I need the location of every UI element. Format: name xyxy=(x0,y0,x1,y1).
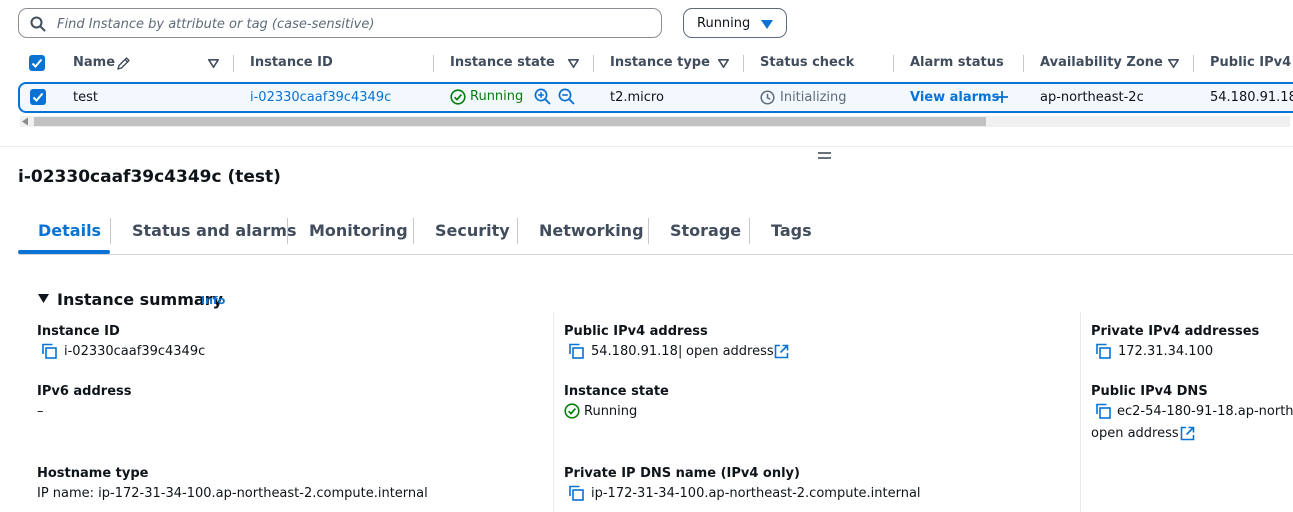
public-dns-value: ec2-54-180-91-18.ap-north xyxy=(1117,404,1293,419)
search-icon xyxy=(30,16,46,32)
instance-state-filter-value: Running xyxy=(697,16,751,31)
resize-handle-icon[interactable] xyxy=(818,151,831,160)
cell-public-ipv4: 54.180.91.18 xyxy=(1210,90,1293,105)
tab-separator xyxy=(110,218,111,244)
header-status-check[interactable]: Status check xyxy=(760,55,854,70)
ipv6-label: IPv6 address xyxy=(37,384,132,399)
column-separator[interactable] xyxy=(1193,55,1194,72)
check-circle-icon xyxy=(450,89,466,105)
cell-state: Running xyxy=(470,89,524,104)
tab-status-and-alarms[interactable]: Status and alarms xyxy=(132,221,296,240)
tab-separator xyxy=(287,218,288,244)
zoom-in-icon[interactable] xyxy=(534,88,551,105)
private-dns-label: Private IP DNS name (IPv4 only) xyxy=(564,466,800,481)
sort-az-icon[interactable] xyxy=(1168,59,1179,68)
public-ipv4-value: 54.180.91.18 xyxy=(591,344,678,359)
instance-state-label: Instance state xyxy=(564,384,669,399)
info-link[interactable]: Info xyxy=(201,294,225,307)
check-circle-icon xyxy=(564,403,580,419)
zoom-out-icon[interactable] xyxy=(558,88,575,105)
split-divider xyxy=(0,146,1293,147)
search-box[interactable] xyxy=(18,8,662,38)
sort-state-icon[interactable] xyxy=(568,59,579,68)
column-divider xyxy=(1080,312,1081,512)
private-dns-value: ip-172-31-34-100.ap-northeast-2.compute.… xyxy=(591,486,921,501)
cell-availability-zone: ap-northeast-2c xyxy=(1040,90,1144,105)
header-instance-id[interactable]: Instance ID xyxy=(250,55,333,70)
tab-storage[interactable]: Storage xyxy=(670,221,741,240)
tab-security[interactable]: Security xyxy=(435,221,510,240)
instance-id-value: i-02330caaf39c4349c xyxy=(64,344,206,359)
column-separator[interactable] xyxy=(433,55,434,72)
view-alarms-link[interactable]: View alarms xyxy=(910,90,999,105)
tab-details[interactable]: Details xyxy=(38,221,101,240)
edit-pencil-icon[interactable] xyxy=(116,56,131,71)
scroll-left-icon[interactable] xyxy=(21,117,29,126)
instance-detail-title: i-02330caaf39c4349c (test) xyxy=(18,167,281,187)
instance-state-value: Running xyxy=(584,404,638,419)
external-link-icon[interactable] xyxy=(1180,426,1195,441)
value-separator: | xyxy=(678,344,683,359)
row-checkbox[interactable] xyxy=(30,89,46,105)
header-name[interactable]: Name xyxy=(73,55,115,70)
copy-icon[interactable] xyxy=(1095,403,1111,419)
copy-icon[interactable] xyxy=(568,343,584,359)
ipv6-value: – xyxy=(37,404,44,419)
column-separator[interactable] xyxy=(233,55,234,72)
instance-id-label: Instance ID xyxy=(37,324,120,339)
header-instance-state[interactable]: Instance state xyxy=(450,55,555,70)
copy-icon[interactable] xyxy=(568,485,584,501)
tab-monitoring[interactable]: Monitoring xyxy=(309,221,408,240)
hostname-type-label: Hostname type xyxy=(37,466,149,481)
tab-separator xyxy=(413,218,414,244)
public-dns-open-address-link[interactable]: open address xyxy=(1091,426,1179,441)
scrollbar-thumb[interactable] xyxy=(34,117,986,126)
sort-name-icon[interactable] xyxy=(208,59,219,68)
cell-instance-type: t2.micro xyxy=(610,90,664,105)
external-link-icon[interactable] xyxy=(774,344,789,359)
tab-separator xyxy=(648,218,649,244)
open-address-link[interactable]: open address xyxy=(686,344,774,359)
private-ipv4-label: Private IPv4 addresses xyxy=(1091,324,1260,339)
copy-icon[interactable] xyxy=(1095,343,1111,359)
column-separator[interactable] xyxy=(743,55,744,72)
tab-tags[interactable]: Tags xyxy=(771,221,812,240)
select-all-checkbox[interactable] xyxy=(29,55,45,71)
sort-type-icon[interactable] xyxy=(718,59,729,68)
column-divider xyxy=(553,312,554,512)
cell-name: test xyxy=(73,90,98,105)
public-ipv4-label: Public IPv4 address xyxy=(564,324,708,339)
public-dns-label: Public IPv4 DNS xyxy=(1091,384,1208,399)
header-public-ipv4[interactable]: Public IPv4 ... xyxy=(1210,55,1293,70)
tab-separator xyxy=(749,218,750,244)
caret-down-icon xyxy=(761,20,773,29)
clock-icon xyxy=(760,90,775,105)
add-alarm-icon[interactable] xyxy=(995,90,1009,104)
header-alarm-status[interactable]: Alarm status xyxy=(910,55,1004,70)
column-separator[interactable] xyxy=(593,55,594,72)
column-separator[interactable] xyxy=(1023,55,1024,72)
cell-instance-id-link[interactable]: i-02330caaf39c4349c xyxy=(250,90,391,105)
tabs-divider xyxy=(18,254,1293,255)
tab-separator xyxy=(517,218,518,244)
private-ipv4-value: 172.31.34.100 xyxy=(1118,344,1214,359)
copy-icon[interactable] xyxy=(41,343,57,359)
cell-status-check: Initializing xyxy=(780,90,847,105)
header-availability-zone[interactable]: Availability Zone xyxy=(1040,55,1163,70)
hostname-type-value: IP name: ip-172-31-34-100.ap-northeast-2… xyxy=(37,486,428,501)
collapse-caret-icon[interactable] xyxy=(38,294,49,303)
instance-summary-title[interactable]: Instance summary xyxy=(57,290,223,309)
instance-state-filter[interactable]: Running xyxy=(683,8,787,38)
search-input[interactable] xyxy=(55,13,649,35)
tab-networking[interactable]: Networking xyxy=(539,221,644,240)
column-separator[interactable] xyxy=(893,55,894,72)
header-instance-type[interactable]: Instance type xyxy=(610,55,710,70)
